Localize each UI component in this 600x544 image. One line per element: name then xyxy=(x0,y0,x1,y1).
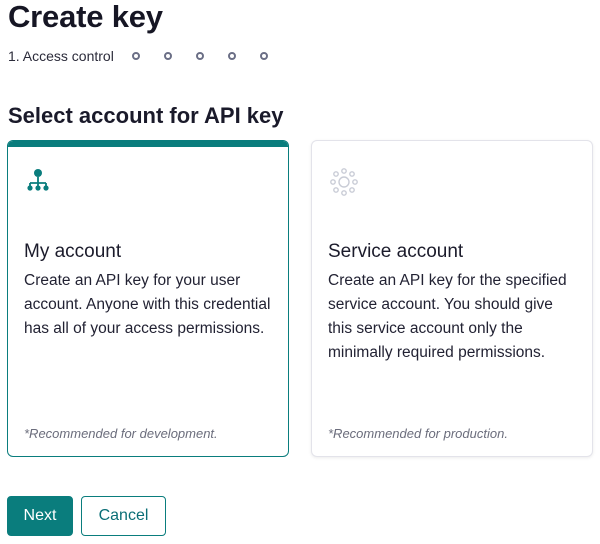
page-title: Create key xyxy=(8,0,163,34)
stepper: 1. Access control xyxy=(8,46,292,66)
account-option-my-account[interactable]: My account Create an API key for your us… xyxy=(7,140,289,457)
step-indicator[interactable] xyxy=(163,52,172,60)
step-indicator[interactable] xyxy=(227,52,236,60)
section-title: Select account for API key xyxy=(8,103,284,128)
card-heading: My account xyxy=(24,241,122,262)
org-chart-icon xyxy=(25,167,51,193)
step-indicator[interactable] xyxy=(195,52,204,60)
card-description: Create an API key for your user account.… xyxy=(24,272,271,337)
card-heading: Service account xyxy=(328,241,464,262)
next-button[interactable]: Next xyxy=(7,496,73,536)
card-recommendation-note: *Recommended for development. xyxy=(24,426,218,441)
step-indicator[interactable] xyxy=(131,52,140,60)
card-description: Create an API key for the specified serv… xyxy=(328,272,567,361)
step-indicator[interactable] xyxy=(259,52,268,60)
account-option-service-account[interactable]: Service account Create an API key for th… xyxy=(311,140,593,457)
create-key-page: Create key 1. Access control Select acco… xyxy=(0,0,600,544)
network-hub-icon xyxy=(329,167,358,196)
card-recommendation-note: *Recommended for production. xyxy=(328,426,508,441)
selected-indicator-bar xyxy=(8,141,288,147)
step-label-current: 1. Access control xyxy=(8,48,114,64)
cancel-button[interactable]: Cancel xyxy=(81,496,166,536)
